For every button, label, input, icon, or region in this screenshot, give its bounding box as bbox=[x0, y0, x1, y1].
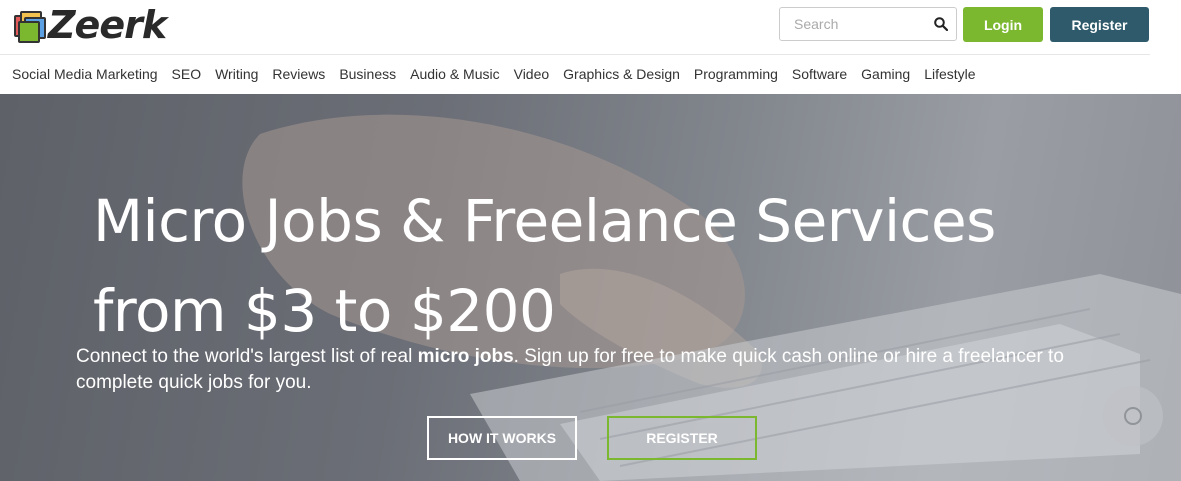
nav-item-seo[interactable]: SEO bbox=[172, 66, 202, 82]
nav-item-reviews[interactable]: Reviews bbox=[272, 66, 325, 82]
nav-item-software[interactable]: Software bbox=[792, 66, 847, 82]
search-input[interactable] bbox=[794, 16, 924, 32]
logo[interactable]: Zeerk bbox=[14, 3, 167, 47]
header-divider bbox=[0, 54, 1150, 55]
nav-item-lifestyle[interactable]: Lifestyle bbox=[924, 66, 975, 82]
logo-text: Zeerk bbox=[48, 3, 167, 47]
nav-item-social-media-marketing[interactable]: Social Media Marketing bbox=[12, 66, 158, 82]
nav-item-gaming[interactable]: Gaming bbox=[861, 66, 910, 82]
nav-item-audio-music[interactable]: Audio & Music bbox=[410, 66, 499, 82]
login-button[interactable]: Login bbox=[963, 7, 1043, 42]
nav-item-video[interactable]: Video bbox=[514, 66, 550, 82]
logo-icon bbox=[14, 9, 46, 43]
nav-item-graphics-design[interactable]: Graphics & Design bbox=[563, 66, 680, 82]
nav-item-writing[interactable]: Writing bbox=[215, 66, 258, 82]
hero-title-line1: Micro Jobs & Freelance Services bbox=[93, 187, 996, 255]
register-button[interactable]: Register bbox=[1050, 7, 1149, 42]
hero-title-line2: from $3 to $200 bbox=[93, 277, 556, 345]
site-header: Zeerk Login Register Social Media Market… bbox=[0, 0, 1181, 94]
search-box bbox=[779, 7, 957, 41]
hero-subtitle-highlight: micro jobs bbox=[417, 346, 514, 367]
nav-item-business[interactable]: Business bbox=[339, 66, 396, 82]
hero-section: Micro Jobs & Freelance Services from $3 … bbox=[0, 94, 1181, 481]
nav-item-programming[interactable]: Programming bbox=[694, 66, 778, 82]
hero-subtitle: Connect to the world's largest list of r… bbox=[76, 344, 1116, 396]
search-icon[interactable] bbox=[934, 17, 948, 31]
hero-register-button[interactable]: REGISTER bbox=[607, 416, 757, 460]
category-nav: Social Media Marketing SEO Writing Revie… bbox=[12, 66, 990, 82]
hero-subtitle-start: Connect to the world's largest list of r… bbox=[76, 346, 418, 367]
hero-title: Micro Jobs & Freelance Services from $3 … bbox=[93, 176, 1153, 356]
how-it-works-button[interactable]: HOW IT WORKS bbox=[427, 416, 577, 460]
